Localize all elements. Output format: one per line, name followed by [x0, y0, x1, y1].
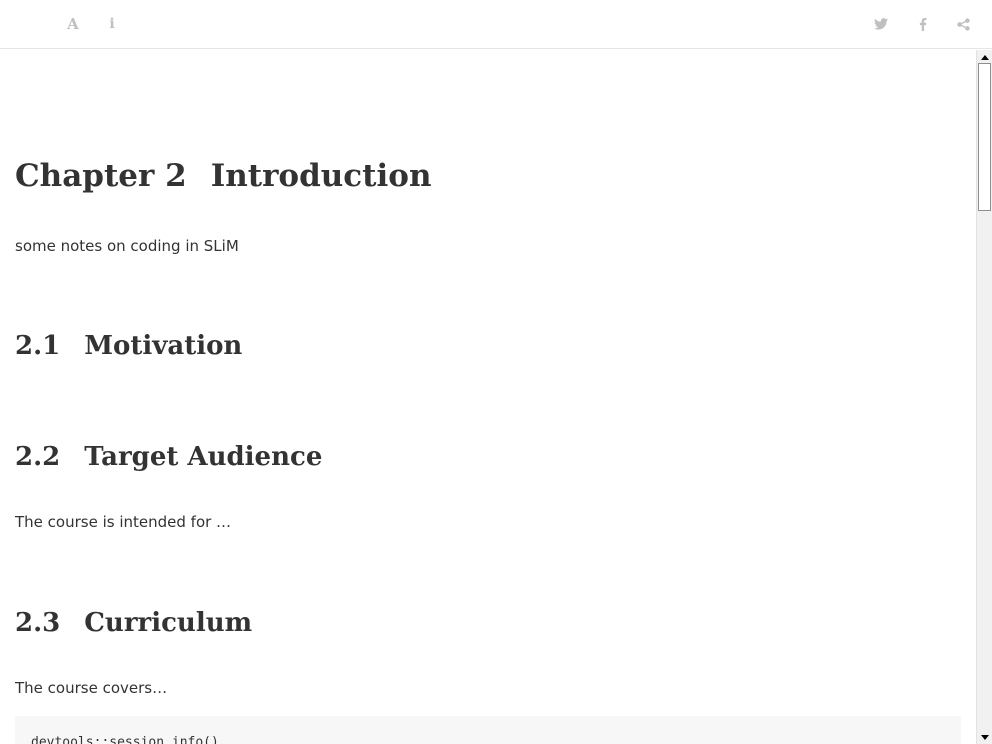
section-number: 2.3: [15, 608, 61, 638]
share-button[interactable]: [953, 14, 973, 34]
book-toolbar: A i: [0, 0, 992, 49]
code-block: devtools::session_info(): [15, 716, 961, 744]
scroll-down-arrow[interactable]: [977, 730, 992, 744]
section-title: Motivation: [84, 331, 243, 361]
arrow-down-icon: [980, 734, 989, 740]
twitter-share-button[interactable]: [871, 14, 891, 34]
share-icon: [956, 17, 970, 31]
scroll-thumb[interactable]: [978, 63, 991, 211]
info-button[interactable]: i: [102, 14, 122, 34]
chapter-title-text: Introduction: [210, 158, 432, 194]
section-heading-target-audience: 2.2 Target Audience: [15, 442, 322, 472]
section-heading-motivation: 2.1 Motivation: [15, 331, 242, 361]
section-number: 2.2: [15, 442, 61, 472]
scroll-up-arrow[interactable]: [977, 50, 992, 64]
facebook-share-button[interactable]: [913, 14, 933, 34]
arrow-up-icon: [980, 54, 989, 60]
book-body: Chapter 2 Introduction some notes on codi…: [0, 50, 976, 744]
content-scrollbar[interactable]: [976, 50, 992, 744]
section-text-target-audience: The course is intended for …: [15, 513, 232, 531]
section-title: Target Audience: [84, 442, 323, 472]
info-icon: i: [109, 16, 115, 32]
chapter-number: Chapter 2: [15, 158, 187, 194]
chapter-intro: some notes on coding in SLiM: [15, 237, 239, 255]
section-heading-curriculum: 2.3 Curriculum: [15, 608, 252, 638]
font-settings-button[interactable]: A: [63, 14, 83, 34]
chapter-title: Chapter 2 Introduction: [15, 158, 432, 194]
font-icon: A: [67, 15, 79, 33]
twitter-icon: [874, 18, 888, 30]
facebook-icon: [919, 17, 927, 31]
section-number: 2.1: [15, 331, 61, 361]
code-line: devtools::session_info(): [31, 735, 219, 744]
section-title: Curriculum: [84, 608, 253, 638]
section-text-curriculum: The course covers…: [15, 679, 168, 697]
